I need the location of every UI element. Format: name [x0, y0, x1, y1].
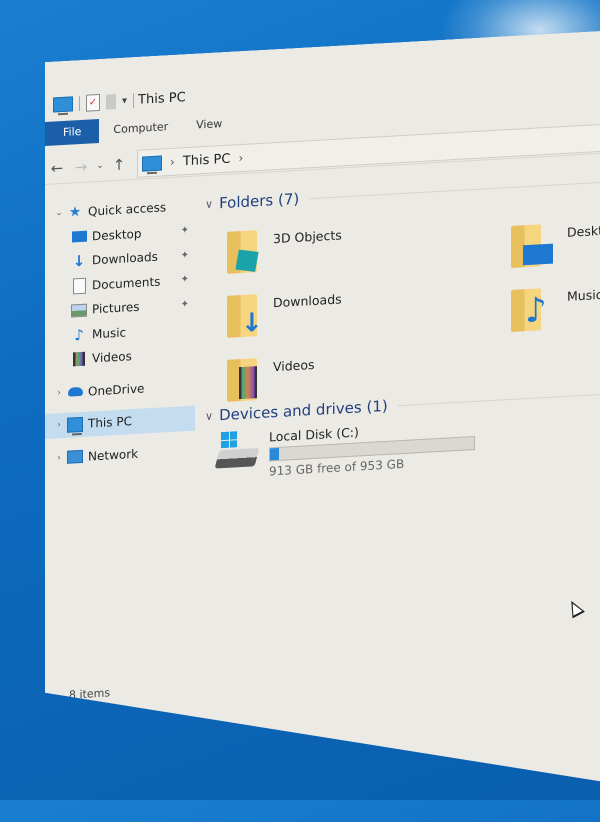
windows-logo-icon — [221, 431, 237, 448]
star-icon: ★ — [68, 204, 82, 221]
collapse-chevron-icon[interactable]: ∨ — [205, 197, 213, 210]
folder-item-3d-objects[interactable]: 3D Objects — [227, 225, 342, 273]
breadcrumb-separator-icon[interactable]: › — [238, 151, 243, 165]
folder-item-music[interactable]: ♪ Music — [511, 285, 600, 332]
back-button[interactable]: ← — [45, 159, 69, 178]
3d-objects-icon — [227, 230, 257, 274]
folders-grid: 3D Objects Desktop ↓ Downloads ♪ Music V… — [205, 190, 600, 405]
pictures-icon — [71, 303, 87, 317]
breadcrumb-separator-icon[interactable]: › — [170, 155, 175, 169]
pin-icon[interactable]: ✦ — [181, 250, 189, 261]
group-title: Folders (7) — [219, 189, 300, 213]
sidebar-item-label: OneDrive — [88, 381, 145, 399]
sidebar-item-label: This PC — [88, 414, 132, 431]
customize-toolbar-dropdown-icon[interactable]: ▾ — [122, 95, 127, 106]
navigation-pane: ⌄ ★ Quick access Desktop ✦ ↓ Downloads ✦… — [45, 194, 195, 762]
new-folder-icon[interactable] — [106, 94, 116, 110]
videos-icon — [73, 352, 85, 367]
folder-name: Videos — [273, 356, 315, 375]
expand-chevron-icon[interactable]: ⌄ — [51, 208, 67, 219]
folder-item-desktop[interactable]: Desktop — [511, 220, 600, 268]
expand-chevron-icon[interactable]: › — [51, 453, 67, 464]
properties-icon[interactable]: ✓ — [86, 93, 100, 111]
videos-folder-icon — [227, 358, 257, 402]
desktop-icon — [72, 231, 87, 243]
sidebar-item-label: Quick access — [88, 200, 167, 219]
downloads-folder-icon: ↓ — [227, 294, 257, 338]
desktop-folder-icon — [511, 224, 541, 268]
this-pc-icon — [142, 155, 162, 171]
downloads-icon: ↓ — [72, 251, 86, 271]
sidebar-item-label: Network — [88, 446, 139, 464]
pin-icon[interactable]: ✦ — [181, 274, 189, 285]
breadcrumb-this-pc[interactable]: This PC — [183, 151, 231, 169]
sidebar-item-label: Pictures — [92, 299, 140, 317]
sidebar-item-label: Desktop — [92, 226, 142, 244]
expand-chevron-icon[interactable]: › — [51, 420, 67, 431]
expand-chevron-icon[interactable]: › — [51, 388, 67, 399]
divider — [133, 93, 134, 108]
hard-drive-icon — [217, 430, 261, 472]
divider — [398, 391, 600, 406]
content-pane: ∨ Folders (7) 3D Objects Desktop ↓ Downl… — [205, 168, 600, 753]
folder-name: Music — [567, 286, 600, 304]
up-button[interactable]: ↑ — [107, 155, 131, 174]
recent-locations-button[interactable]: ⌄ — [93, 161, 107, 172]
folder-name: Desktop — [567, 221, 600, 240]
music-folder-icon: ♪ — [511, 288, 541, 332]
folder-name: Downloads — [273, 291, 342, 311]
network-icon — [67, 450, 83, 464]
sidebar-item-label: Downloads — [92, 249, 158, 268]
drive-usage-fill — [270, 448, 279, 460]
divider — [79, 96, 80, 111]
quick-access-toolbar: ✓ ▾ — [53, 92, 134, 114]
documents-icon — [73, 277, 86, 294]
pin-icon[interactable]: ✦ — [181, 225, 189, 236]
this-pc-icon — [53, 96, 73, 112]
sidebar-item-label: Videos — [92, 349, 132, 366]
tab-file[interactable]: File — [45, 119, 99, 146]
sidebar-item-label: Documents — [92, 274, 161, 293]
tab-computer[interactable]: Computer — [99, 114, 182, 143]
folder-name: 3D Objects — [273, 227, 342, 247]
folder-item-downloads[interactable]: ↓ Downloads — [227, 289, 342, 337]
forward-button[interactable]: → — [69, 157, 93, 176]
tab-view[interactable]: View — [182, 111, 236, 138]
folder-item-videos[interactable]: Videos — [227, 355, 315, 402]
sidebar-item-label: Music — [92, 325, 127, 342]
status-bar-item-count: 8 items — [69, 686, 111, 702]
file-explorer-window: ✓ ▾ This PC File Computer View ← → ⌄ ↑ ›… — [45, 28, 600, 822]
collapse-chevron-icon[interactable]: ∨ — [205, 409, 213, 422]
window-title: This PC — [138, 89, 186, 108]
onedrive-icon — [68, 387, 83, 397]
pin-icon[interactable]: ✦ — [181, 299, 189, 310]
this-pc-icon — [67, 417, 83, 433]
music-icon: ♪ — [74, 325, 84, 345]
